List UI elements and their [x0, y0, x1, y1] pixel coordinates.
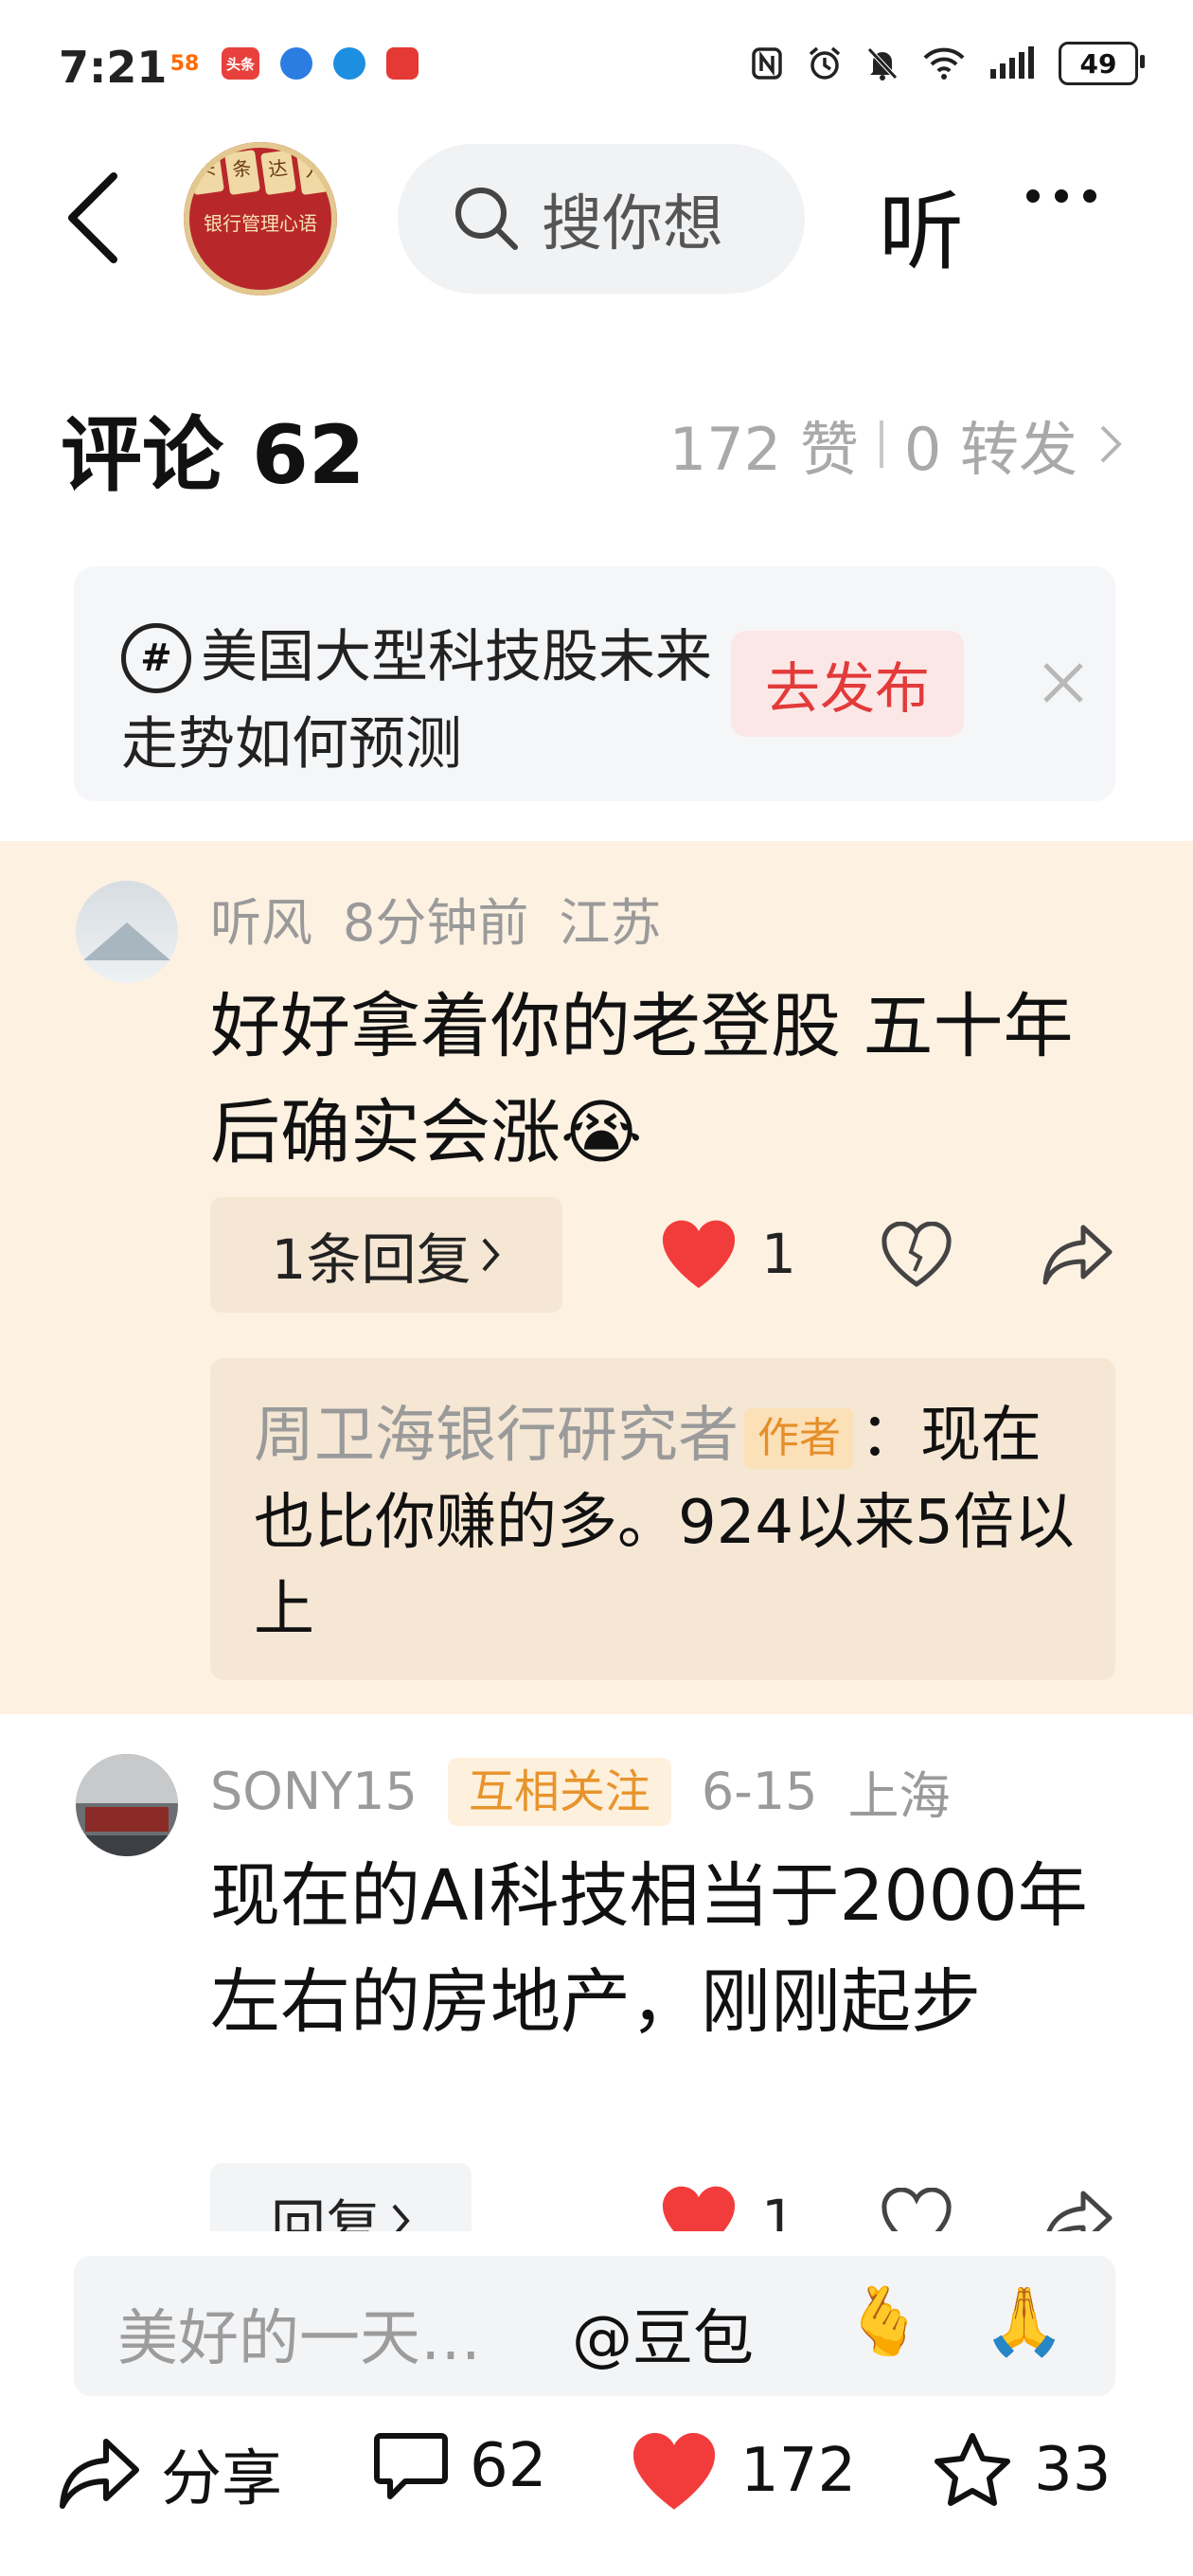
edge-icon	[333, 47, 365, 80]
chevron-right-icon	[1100, 425, 1122, 463]
heart-filled-icon[interactable]	[659, 1218, 739, 1290]
favorite-button[interactable]: 33	[932, 2430, 1111, 2510]
topic-text[interactable]: 美国大型科技股未来走势如何预测	[121, 614, 727, 788]
favorites-count: 33	[1034, 2435, 1112, 2505]
tv-icon	[386, 47, 418, 80]
comment-icon	[374, 2433, 448, 2499]
sub-reply-author[interactable]: 周卫海银行研究者	[254, 1401, 739, 1471]
avatar-landscape	[83, 922, 170, 960]
wifi-icon	[923, 47, 965, 80]
comment-text: 好好拿着你的老登股 五十年后确实会涨😭	[210, 986, 1074, 1173]
search-icon	[455, 188, 518, 250]
dislike-heart-icon[interactable]	[881, 1222, 953, 1288]
status-time: 7:21	[59, 42, 168, 93]
status-app-icons: 58 头条	[169, 47, 418, 80]
chevron-left-icon	[68, 172, 117, 263]
share-label: 分享	[161, 2444, 282, 2514]
nfc-icon	[752, 47, 782, 80]
sub-reply[interactable]: 周卫海银行研究者 作者 ：现在也比你赚的多。924以来5倍以上	[210, 1358, 1115, 1680]
share-button[interactable]: 分享	[59, 2430, 282, 2517]
comment-input-placeholder: 美好的一天…	[117, 2304, 481, 2374]
comment-meta: 听风 8分钟前 江苏	[210, 881, 661, 956]
topic-banner: # 美国大型科技股未来走势如何预测 去发布	[74, 566, 1115, 801]
avatar-graphic	[85, 1807, 169, 1832]
browser-icon	[280, 47, 312, 80]
avatar-graphic	[76, 1835, 178, 1856]
author-badge: 作者	[744, 1408, 854, 1470]
more-dot-icon	[1026, 189, 1040, 203]
comments-title: 评论 62	[61, 408, 365, 503]
like-button[interactable]: 172	[629, 2430, 856, 2512]
comment-text: 现在的AI科技相当于2000年左右的房地产，刚刚起步	[210, 1855, 1088, 2043]
replies-label: 1条回复	[271, 1227, 472, 1292]
mute-icon	[867, 47, 898, 80]
signal-icon	[990, 46, 1034, 79]
share-icon	[60, 2439, 139, 2509]
post-stats[interactable]: 172 赞 0 转发	[669, 402, 1123, 487]
avatar-ring	[184, 142, 337, 295]
search-placeholder: 搜你想	[542, 189, 723, 259]
more-dot-icon	[1083, 189, 1096, 203]
bottom-action-bar: 分享 62 172 33	[0, 2430, 1193, 2544]
publish-button[interactable]: 去发布	[731, 631, 964, 737]
comment-meta: SONY15 互相关注 6-15 上海	[210, 1754, 950, 1829]
comments-button[interactable]: 62	[373, 2430, 546, 2502]
mention-doubao-button[interactable]: @豆包	[572, 2290, 754, 2377]
view-replies-button[interactable]: 1条回复	[210, 1197, 562, 1313]
stats-divider	[879, 420, 883, 468]
reposts-stat: 0 转发	[903, 415, 1077, 484]
avatar-graphic	[76, 1754, 178, 1803]
comment-input[interactable]: 美好的一天… @豆包 🫰 🙏	[74, 2256, 1115, 2396]
alarm-icon	[809, 46, 841, 80]
heart-hands-emoji-button[interactable]: 🫰	[843, 2282, 925, 2361]
comment-like-group: 1	[659, 1218, 796, 1290]
author-avatar[interactable]: 头 条 达 人 银行管理心语	[184, 142, 337, 295]
battery-indicator: 49	[1059, 42, 1145, 85]
app-58-icon: 58	[169, 47, 201, 80]
sub-reply-text: 周卫海银行研究者 作者 ：现在也比你赚的多。924以来5倍以上	[254, 1392, 1087, 1654]
back-button[interactable]	[64, 170, 121, 265]
more-dot-icon	[1055, 189, 1068, 203]
comment-location: 上海	[847, 1766, 951, 1826]
comment-location: 江苏	[559, 893, 662, 953]
comment-time: 8分钟前	[343, 893, 529, 953]
more-menu-button[interactable]	[1026, 189, 1096, 203]
likes-count: 172	[740, 2436, 857, 2506]
search-input[interactable]: 搜你想	[398, 144, 805, 294]
avatar[interactable]	[76, 881, 178, 983]
comment-time: 6-15	[701, 1762, 818, 1821]
like-count: 1	[761, 1222, 796, 1286]
close-icon[interactable]	[1032, 652, 1095, 714]
listen-button[interactable]: 听	[879, 163, 964, 286]
heart-filled-icon	[632, 2432, 716, 2510]
comment-username[interactable]: 听风	[210, 881, 312, 956]
avatar[interactable]	[76, 1754, 178, 1856]
share-icon[interactable]	[1042, 1222, 1113, 1288]
chevron-right-icon	[482, 1238, 501, 1272]
status-right: 49	[750, 42, 1145, 85]
toutiao-icon: 头条	[222, 47, 259, 80]
star-icon	[935, 2433, 1010, 2506]
comment-username[interactable]: SONY15	[210, 1762, 418, 1821]
mutual-follow-badge: 互相关注	[447, 1757, 671, 1826]
pray-emoji-button[interactable]: 🙏	[983, 2282, 1065, 2361]
comments-count: 62	[470, 2431, 547, 2501]
likes-stat: 172 赞	[668, 415, 859, 484]
